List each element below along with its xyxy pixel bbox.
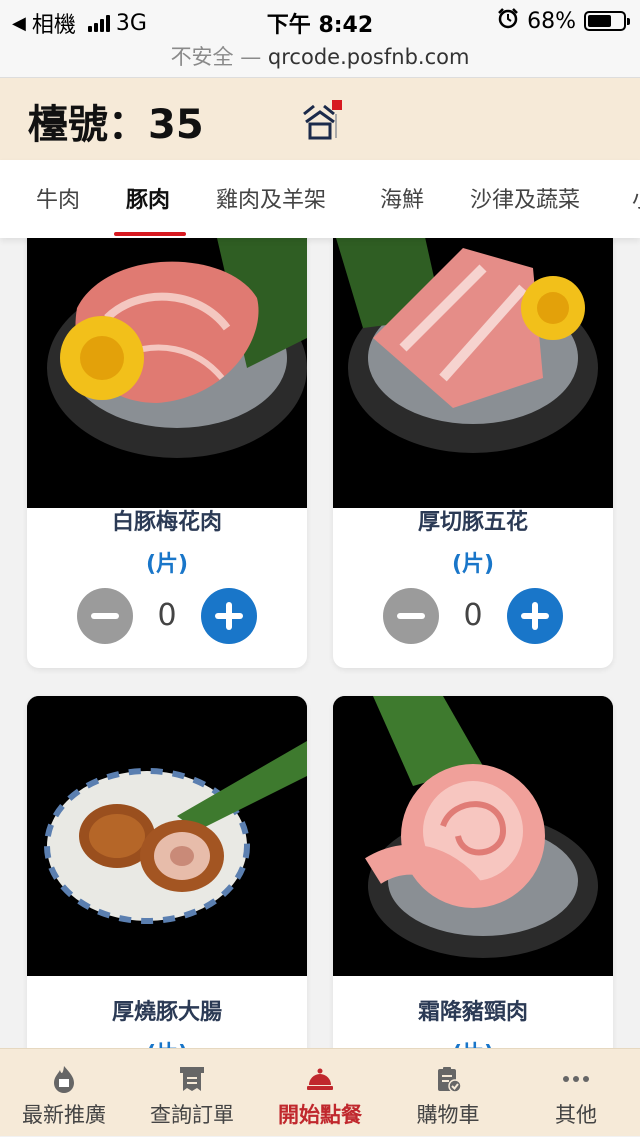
active-tab-indicator xyxy=(114,232,186,236)
menu-card: 霜降豬頸肉 (片) xyxy=(333,696,613,1048)
restaurant-logo-icon xyxy=(296,98,344,142)
url-domain: qrcode.posfnb.com xyxy=(267,45,470,69)
nav-label: 開始點餐 xyxy=(278,1103,362,1127)
decrease-button[interactable] xyxy=(77,588,133,644)
tab-beef[interactable]: 牛肉 xyxy=(36,182,80,214)
category-tabs: 牛肉 豚肉 雞肉及羊架 海鮮 沙律及蔬菜 小 xyxy=(0,160,640,238)
dish-name: 霜降豬頸肉 xyxy=(417,1000,528,1025)
battery-percent: 68% xyxy=(527,8,576,34)
nav-more[interactable]: 其他 xyxy=(512,1049,640,1137)
nav-label: 最新推廣 xyxy=(22,1103,106,1127)
status-right: 68% xyxy=(497,7,630,35)
quantity-stepper: 0 xyxy=(77,588,257,644)
dish-unit: (片) xyxy=(451,552,495,577)
increase-button[interactable] xyxy=(507,588,563,644)
quantity-value: 0 xyxy=(157,598,177,633)
menu-card: 厚燒豚大腸 (片) xyxy=(27,696,307,1048)
increase-button[interactable] xyxy=(201,588,257,644)
dish-photo[interactable] xyxy=(27,238,307,508)
dish-photo[interactable] xyxy=(333,696,613,976)
receipt-icon xyxy=(178,1065,206,1093)
more-dots-icon xyxy=(562,1065,590,1093)
url-bar[interactable]: 不安全 — qrcode.posfnb.com xyxy=(0,40,640,78)
serving-dish-icon xyxy=(306,1065,334,1093)
dish-unit: (片) xyxy=(27,1036,307,1048)
tab-seafood[interactable]: 海鮮 xyxy=(380,182,424,214)
clipboard-check-icon xyxy=(434,1065,462,1093)
security-label: 不安全 xyxy=(170,45,234,69)
nav-label: 購物車 xyxy=(416,1103,480,1127)
tab-chicken-lamb[interactable]: 雞肉及羊架 xyxy=(216,182,326,214)
dish-name: 白豚梅花肉 xyxy=(111,510,222,535)
url-separator: — xyxy=(233,45,268,69)
table-header: 檯號：35 xyxy=(0,78,640,160)
battery-fill xyxy=(588,15,611,27)
tab-pork[interactable]: 豚肉 xyxy=(126,182,170,214)
dish-name: 厚燒豚大腸 xyxy=(111,1000,222,1025)
nav-order-history[interactable]: 查詢訂單 xyxy=(128,1049,256,1137)
status-bar: ◀ 相機 3G 下午 8:42 68% xyxy=(0,0,640,40)
menu-grid: 白豚梅花肉 (片) 0 厚切豚五花 (片) 0 厚燒豚大腸 霜降豬頸肉 xyxy=(0,238,640,1048)
quantity-stepper: 0 xyxy=(383,588,563,644)
dish-unit: (片) xyxy=(145,552,189,577)
tab-salad-vegetables[interactable]: 沙律及蔬菜 xyxy=(470,182,580,214)
table-number: 檯號：35 xyxy=(28,102,204,148)
tab-next[interactable]: 小 xyxy=(632,182,640,214)
dish-name: 厚切豚五花 xyxy=(417,510,528,535)
fire-promo-icon xyxy=(50,1065,78,1093)
menu-card: 白豚梅花肉 (片) 0 xyxy=(27,238,307,668)
dish-unit: (片) xyxy=(333,1036,613,1048)
bottom-nav: 最新推廣 查詢訂單 開始點餐 購物車 其他 xyxy=(0,1048,640,1136)
alarm-icon xyxy=(497,7,519,35)
nav-cart[interactable]: 購物車 xyxy=(384,1049,512,1137)
nav-promotions[interactable]: 最新推廣 xyxy=(0,1049,128,1137)
quantity-value: 0 xyxy=(463,598,483,633)
dish-photo[interactable] xyxy=(333,238,613,508)
nav-label: 其他 xyxy=(555,1103,597,1127)
dish-photo[interactable] xyxy=(27,696,307,976)
menu-card: 厚切豚五花 (片) 0 xyxy=(333,238,613,668)
nav-start-ordering[interactable]: 開始點餐 xyxy=(256,1049,384,1137)
battery-icon xyxy=(584,11,630,31)
nav-label: 查詢訂單 xyxy=(150,1103,234,1127)
decrease-button[interactable] xyxy=(383,588,439,644)
